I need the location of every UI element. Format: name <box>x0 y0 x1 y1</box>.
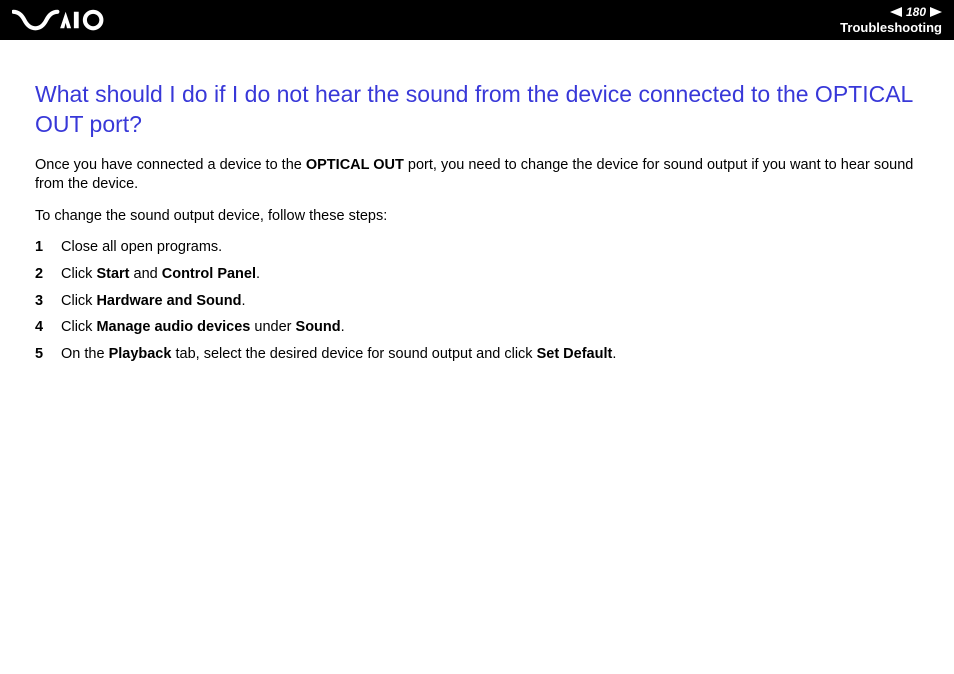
step-number: 3 <box>35 292 61 312</box>
header-right: 180 Troubleshooting <box>840 5 942 35</box>
step-text: Click Hardware and Sound. <box>61 292 246 312</box>
content-area: What should I do if I do not hear the so… <box>0 40 954 391</box>
step-number: 5 <box>35 345 61 365</box>
step-number: 1 <box>35 238 61 258</box>
step-item: 2Click Start and Control Panel. <box>35 265 919 285</box>
step-bold-term: Start <box>96 266 129 282</box>
step-bold-term: Set Default <box>537 346 613 362</box>
step-text: Close all open programs. <box>61 238 222 258</box>
section-name: Troubleshooting <box>840 20 942 35</box>
steps-list: 1Close all open programs.2Click Start an… <box>35 238 919 364</box>
step-item: 3Click Hardware and Sound. <box>35 292 919 312</box>
step-text-segment: . <box>341 319 345 335</box>
step-text-segment: . <box>256 266 260 282</box>
step-text-segment: Click <box>61 266 96 282</box>
nav-prev-icon[interactable] <box>890 7 902 17</box>
step-text-segment: under <box>250 319 295 335</box>
step-number: 4 <box>35 318 61 338</box>
step-item: 5On the Playback tab, select the desired… <box>35 345 919 365</box>
step-text: On the Playback tab, select the desired … <box>61 345 616 365</box>
step-text: Click Manage audio devices under Sound. <box>61 318 345 338</box>
step-bold-term: Control Panel <box>162 266 256 282</box>
vaio-logo <box>12 0 122 40</box>
intro-paragraph: Once you have connected a device to the … <box>35 156 919 195</box>
step-text-segment: . <box>612 346 616 362</box>
instruction-paragraph: To change the sound output device, follo… <box>35 207 919 227</box>
step-text-segment: tab, select the desired device for sound… <box>171 346 536 362</box>
step-item: 1Close all open programs. <box>35 238 919 258</box>
step-text-segment: Click <box>61 319 96 335</box>
nav-next-icon[interactable] <box>930 7 942 17</box>
page-heading: What should I do if I do not hear the so… <box>35 80 919 140</box>
step-item: 4Click Manage audio devices under Sound. <box>35 318 919 338</box>
step-text: Click Start and Control Panel. <box>61 265 260 285</box>
step-text-segment: On the <box>61 346 109 362</box>
page-nav: 180 <box>890 5 942 19</box>
step-bold-term: Manage audio devices <box>96 319 250 335</box>
page-number: 180 <box>906 5 926 19</box>
step-bold-term: Sound <box>296 319 341 335</box>
intro-bold: OPTICAL OUT <box>306 157 404 173</box>
step-text-segment: and <box>130 266 162 282</box>
step-text-segment: Click <box>61 293 96 309</box>
header-bar: 180 Troubleshooting <box>0 0 954 40</box>
step-bold-term: Hardware and Sound <box>96 293 241 309</box>
step-number: 2 <box>35 265 61 285</box>
step-text-segment: . <box>241 293 245 309</box>
intro-pre: Once you have connected a device to the <box>35 157 306 173</box>
step-text-segment: Close all open programs. <box>61 239 222 255</box>
step-bold-term: Playback <box>109 346 172 362</box>
